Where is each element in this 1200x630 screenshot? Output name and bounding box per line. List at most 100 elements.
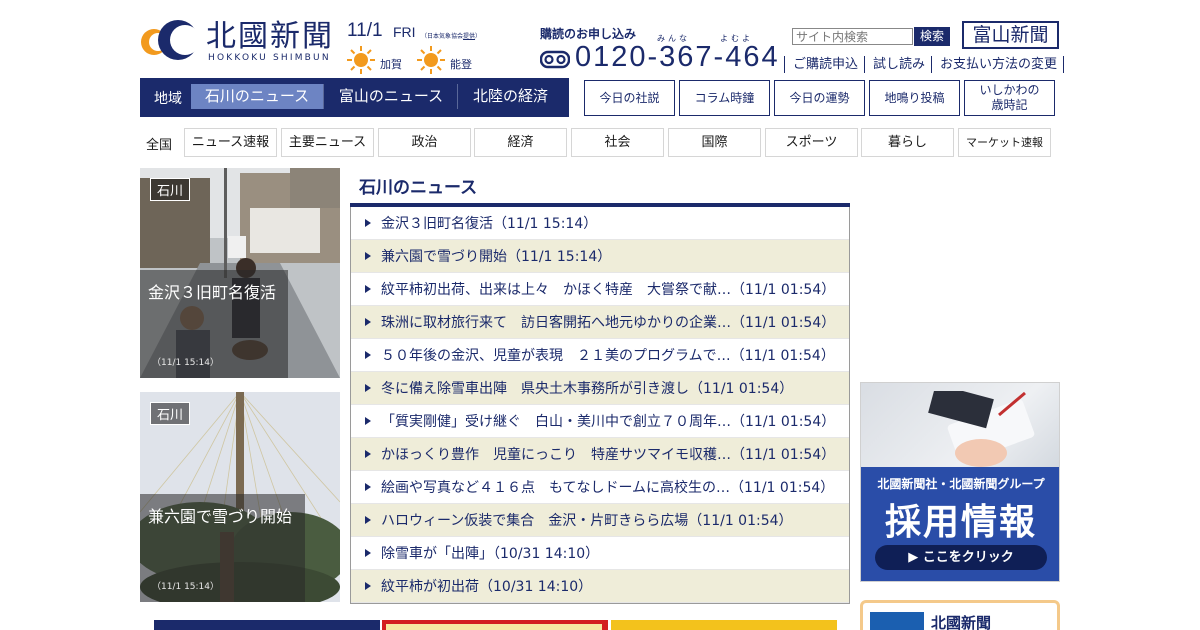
tab-toyama-news[interactable]: 富山のニュース — [325, 84, 458, 109]
search-button[interactable]: 検索 — [914, 27, 950, 46]
saijiki-button[interactable]: いしかわの 歳時記 — [964, 80, 1055, 116]
sun-icon — [417, 46, 445, 74]
category-label: 全国 — [146, 138, 173, 153]
writing-hand-illustration — [928, 391, 1035, 467]
tab-ishikawa-news[interactable]: 石川のニュース — [191, 84, 324, 109]
site-logo-subtitle: HOKKOKU SHIMBUN — [208, 53, 331, 63]
region-nav-label: 地域 — [154, 91, 182, 107]
news-headline[interactable]: 絵画や写真など４１６点 もてなしドームに高校生の…（11/1 01:54） — [381, 477, 834, 497]
weather-credit-link[interactable]: 提供 — [463, 33, 475, 40]
bottom-banner-3[interactable] — [611, 620, 837, 630]
photo-title[interactable]: 金沢３旧町名復活 — [148, 272, 280, 314]
bullet-arrow-icon — [365, 384, 371, 392]
news-item[interactable]: ５０年後の金沢、児童が表現 ２１美のプログラムで…（11/1 01:54） — [351, 339, 849, 372]
bullet-arrow-icon — [365, 285, 371, 293]
category-international[interactable]: 国際 — [668, 128, 761, 157]
toyama-shimbun-link[interactable]: 富山新聞 — [962, 21, 1059, 49]
photo-card-kanazawa[interactable]: 石川 金沢３旧町名復活 （11/1 15:14） — [140, 168, 340, 378]
news-item[interactable]: 除雪車が「出陣」（10/31 14:10） — [351, 537, 849, 570]
region-badge: 石川 — [150, 178, 191, 201]
bullet-arrow-icon — [365, 318, 371, 326]
ad-headline: 採用情報 — [884, 502, 1037, 543]
news-headline[interactable]: 冬に備え除雪車出陣 県央土木事務所が引き渡し（11/1 01:54） — [381, 378, 793, 398]
tab-hokuriku-economy[interactable]: 北陸の経済 — [459, 84, 562, 109]
hokkoku-logo-mark[interactable] — [140, 16, 198, 64]
day-of-week: FRI — [393, 24, 416, 40]
news-headline[interactable]: ５０年後の金沢、児童が表現 ２１美のプログラムで…（11/1 01:54） — [381, 345, 835, 365]
ad-company-line: 北國新聞社・北國新聞グループ — [877, 477, 1045, 491]
weather-kaga[interactable]: 加賀 — [346, 45, 402, 75]
promo-label[interactable]: 北國新聞 — [931, 612, 991, 630]
news-headline[interactable]: 紋平柿が初出荷（10/31 14:10） — [381, 576, 592, 596]
bullet-arrow-icon — [365, 417, 371, 425]
category-living[interactable]: 暮らし — [861, 128, 954, 157]
promo-thumbnail — [870, 612, 924, 630]
news-item[interactable]: 珠洲に取材旅行来て 訪日客開拓へ地元ゆかりの企業…（11/1 01:54） — [351, 306, 849, 339]
news-item[interactable]: 兼六園で雪づり開始（11/1 15:14） — [351, 240, 849, 273]
current-date: 11/1 — [347, 20, 383, 41]
ad-click-button[interactable]: ▶ ここをクリック — [875, 545, 1047, 570]
category-breaking-news[interactable]: ニュース速報 — [184, 128, 277, 157]
news-headline[interactable]: 珠洲に取材旅行来て 訪日客開拓へ地元ゆかりの企業…（11/1 01:54） — [381, 312, 835, 332]
category-economy[interactable]: 経済 — [474, 128, 567, 157]
link-payment-change[interactable]: お支払い方法の変更 — [931, 56, 1065, 73]
bullet-arrow-icon — [365, 516, 371, 524]
photo-card-kenrokuen[interactable]: 石川 兼六園で雪づり開始 （11/1 15:14） — [140, 392, 340, 602]
link-trial[interactable]: 試し読み — [864, 56, 931, 73]
subscribe-phone-number[interactable]: 0120-367-464 — [575, 41, 780, 74]
category-sports[interactable]: スポーツ — [765, 128, 858, 157]
photo-title[interactable]: 兼六園で雪づり開始 — [148, 496, 297, 538]
category-politics[interactable]: 政治 — [378, 128, 471, 157]
bottom-banner-2[interactable] — [382, 620, 608, 630]
bullet-arrow-icon — [365, 450, 371, 458]
photo-timestamp: （11/1 15:14） — [152, 582, 220, 592]
news-headline[interactable]: かほっくり豊作 児童にっこり 特産サツマイモ収穫…（11/1 01:54） — [381, 444, 835, 464]
utility-links: ご購読申込 試し読み お支払い方法の変更 — [784, 56, 1065, 73]
bullet-arrow-icon — [365, 582, 371, 590]
photo-timestamp: （11/1 15:14） — [152, 358, 220, 368]
site-logo-title[interactable]: 北國新聞 — [206, 20, 334, 54]
weather-credit-suffix: ） — [475, 33, 482, 40]
subscribe-title: 購読のお申し込み — [540, 27, 637, 41]
news-item[interactable]: 絵画や写真など４１６点 もてなしドームに高校生の…（11/1 01:54） — [351, 471, 849, 504]
news-item[interactable]: 紋平柿初出荷、出来は上々 かほく特産 大嘗祭で献…（11/1 01:54） — [351, 273, 849, 306]
column-jisho-button[interactable]: コラム時鐘 — [679, 80, 770, 116]
news-headline[interactable]: 金沢３旧町名復活（11/1 15:14） — [381, 213, 597, 233]
news-item[interactable]: 冬に備え除雪車出陣 県央土木事務所が引き渡し（11/1 01:54） — [351, 372, 849, 405]
weather-place-label: 能登 — [450, 58, 472, 71]
news-headline[interactable]: 除雪車が「出陣」（10/31 14:10） — [381, 543, 599, 563]
news-headline[interactable]: ハロウィーン仮装で集合 金沢・片町きらら広場（11/1 01:54） — [381, 510, 793, 530]
category-society[interactable]: 社会 — [571, 128, 664, 157]
category-market[interactable]: マーケット速報 — [958, 128, 1051, 157]
weather-credit: （日本気象協会提供） — [421, 31, 481, 40]
weather-place-label: 加賀 — [380, 58, 402, 71]
site-search-input[interactable] — [792, 28, 913, 45]
editorial-button[interactable]: 今日の社説 — [584, 80, 675, 116]
recruit-ad-banner[interactable]: 北國新聞社・北國新聞グループ 採用情報 ▶ ここをクリック — [860, 382, 1060, 582]
bottom-banner-1[interactable] — [154, 620, 380, 630]
link-subscribe[interactable]: ご購読申込 — [784, 56, 864, 73]
category-top-news[interactable]: 主要ニュース — [281, 128, 374, 157]
news-headline[interactable]: 「質実剛健」受け継ぐ 白山・美川中で創立７０周年…（11/1 01:54） — [381, 411, 835, 431]
region-badge: 石川 — [150, 402, 191, 425]
bullet-arrow-icon — [365, 252, 371, 260]
news-item[interactable]: 金沢３旧町名復活（11/1 15:14） — [351, 207, 849, 240]
news-section-title: 石川のニュース — [359, 178, 478, 198]
news-item[interactable]: 「質実剛健」受け継ぐ 白山・美川中で創立７０周年…（11/1 01:54） — [351, 405, 849, 438]
weather-noto[interactable]: 能登 — [416, 45, 472, 75]
free-dial-icon — [540, 50, 570, 69]
sun-icon — [347, 46, 375, 74]
news-headline[interactable]: 兼六園で雪づり開始（11/1 15:14） — [381, 246, 611, 266]
bullet-arrow-icon — [365, 549, 371, 557]
bullet-arrow-icon — [365, 351, 371, 359]
news-list: 金沢３旧町名復活（11/1 15:14） 兼六園で雪づり開始（11/1 15:1… — [350, 207, 850, 604]
bullet-arrow-icon — [365, 219, 371, 227]
news-item[interactable]: 紋平柿が初出荷（10/31 14:10） — [351, 570, 849, 603]
reader-posts-button[interactable]: 地鳴り投稿 — [869, 80, 960, 116]
banner-inner — [386, 624, 602, 630]
bullet-arrow-icon — [365, 483, 371, 491]
news-item[interactable]: かほっくり豊作 児童にっこり 特産サツマイモ収穫…（11/1 01:54） — [351, 438, 849, 471]
horoscope-button[interactable]: 今日の運勢 — [774, 80, 865, 116]
news-headline[interactable]: 紋平柿初出荷、出来は上々 かほく特産 大嘗祭で献…（11/1 01:54） — [381, 279, 835, 299]
news-item[interactable]: ハロウィーン仮装で集合 金沢・片町きらら広場（11/1 01:54） — [351, 504, 849, 537]
